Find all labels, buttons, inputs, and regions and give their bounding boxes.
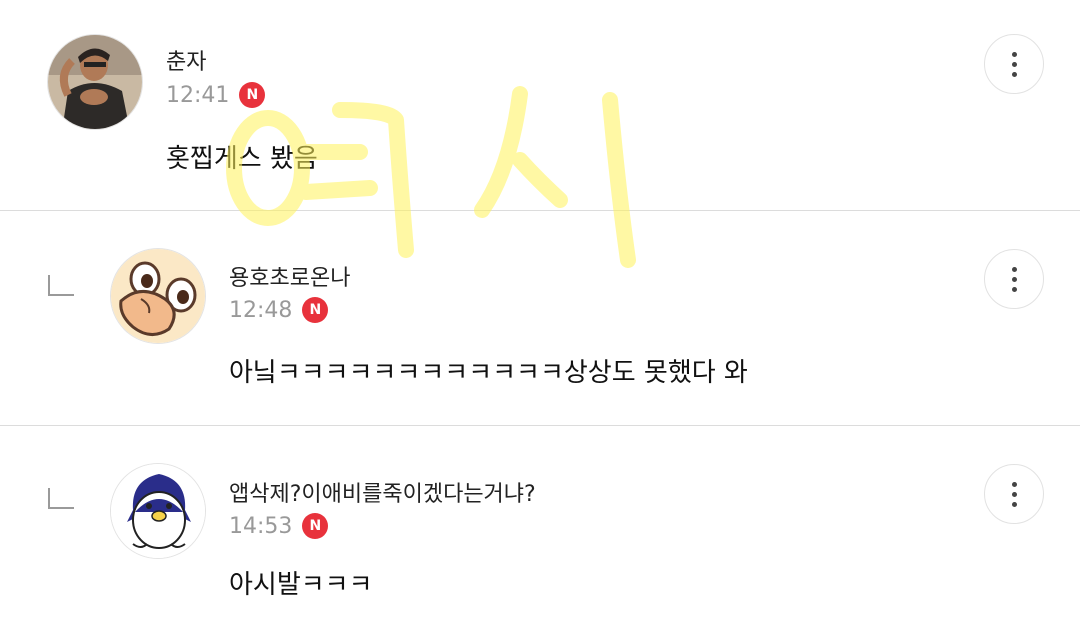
more-options-button[interactable] [984, 34, 1044, 94]
dot [1011, 286, 1017, 292]
new-badge: N [302, 297, 329, 323]
comment-item: 앱삭제?이애비를죽이겠다는거냐? 14:53 N 아시발ㅋㅋㅋ [0, 426, 1080, 623]
cartoon-duck-avatar-icon [111, 249, 205, 343]
comment-author[interactable]: 춘자 [166, 44, 206, 76]
avatar[interactable] [110, 248, 206, 344]
comment-author[interactable]: 용호초로온나 [229, 260, 350, 292]
comment-time: 14:53 [229, 513, 293, 539]
comment-time: 12:41 [166, 82, 230, 108]
new-badge: N [239, 82, 266, 108]
comment-item: 용호초로온나 12:48 N 아닠ㅋㅋㅋㅋㅋㅋㅋㅋㅋㅋㅋㅋ상상도 못했다 와 [0, 211, 1080, 425]
reply-arrow-icon [48, 488, 74, 509]
comment-item: 춘자 12:41 N 홋찝게스 봤음 [0, 0, 1080, 210]
dot [1011, 61, 1017, 67]
new-badge: N [302, 513, 329, 539]
avatar[interactable] [110, 463, 206, 559]
reply-arrow-icon [48, 275, 74, 296]
more-options-button[interactable] [984, 249, 1044, 309]
cartoon-penguin-avatar-icon [111, 464, 205, 558]
comment-text: 아시발ㅋㅋㅋ [229, 570, 373, 600]
dot [1011, 491, 1017, 497]
dot [1011, 71, 1017, 77]
dot [1011, 481, 1017, 487]
comment-time: 12:48 [229, 297, 293, 323]
comment-meta: 12:41 N [166, 82, 266, 108]
woman-photo-avatar-icon [48, 35, 142, 129]
dot [1011, 266, 1017, 272]
more-options-button[interactable] [984, 464, 1044, 524]
comment-text: 홋찝게스 봤음 [166, 144, 318, 174]
comment-text: 아닠ㅋㅋㅋㅋㅋㅋㅋㅋㅋㅋㅋㅋ상상도 못했다 와 [229, 358, 748, 388]
dot [1011, 276, 1017, 282]
comment-meta: 12:48 N [229, 297, 329, 323]
comment-author[interactable]: 앱삭제?이애비를죽이겠다는거냐? [229, 476, 536, 508]
dot [1011, 51, 1017, 57]
dot [1011, 501, 1017, 507]
avatar[interactable] [47, 34, 143, 130]
comment-meta: 14:53 N [229, 513, 329, 539]
